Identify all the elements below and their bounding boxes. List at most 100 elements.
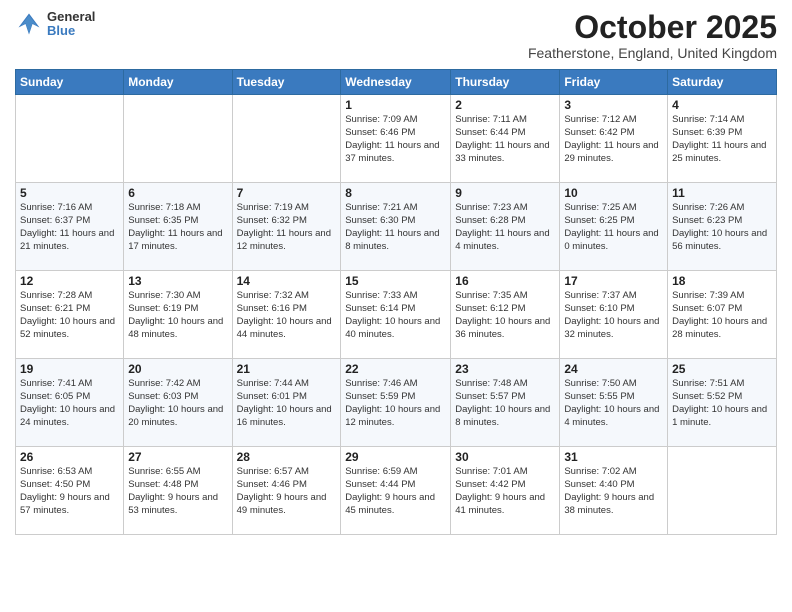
day-number: 20	[128, 362, 227, 376]
day-number: 27	[128, 450, 227, 464]
day-info: Sunrise: 7:30 AM Sunset: 6:19 PM Dayligh…	[128, 290, 227, 341]
calendar-cell: 26 Sunrise: 6:53 AM Sunset: 4:50 PM Dayli…	[16, 447, 124, 535]
calendar-cell: 22 Sunrise: 7:46 AM Sunset: 5:59 PM Dayli…	[341, 359, 451, 447]
day-number: 31	[564, 450, 663, 464]
calendar-header-thursday: Thursday	[451, 70, 560, 95]
calendar-week-2: 5Sunrise: 7:16 AM Sunset: 6:37 PM Daylig…	[16, 183, 777, 271]
day-info: Sunrise: 7:39 AM Sunset: 6:07 PM Dayligh…	[672, 290, 772, 341]
calendar-week-5: 26 Sunrise: 6:53 AM Sunset: 4:50 PM Dayli…	[16, 447, 777, 535]
day-info: Sunrise: 7:37 AM Sunset: 6:10 PM Dayligh…	[564, 290, 663, 341]
calendar-cell: 13Sunrise: 7:30 AM Sunset: 6:19 PM Dayli…	[124, 271, 232, 359]
calendar-cell: 4Sunrise: 7:14 AM Sunset: 6:39 PM Daylig…	[668, 95, 777, 183]
day-number: 22	[345, 362, 446, 376]
logo-blue-text: Blue	[47, 24, 95, 38]
header: General Blue October 2025 Featherstone, …	[15, 10, 777, 61]
calendar-table: SundayMondayTuesdayWednesdayThursdayFrid…	[15, 69, 777, 535]
day-info: Sunrise: 7:12 AM Sunset: 6:42 PM Dayligh…	[564, 114, 663, 165]
day-number: 15	[345, 274, 446, 288]
day-info: Sunrise: 7:26 AM Sunset: 6:23 PM Dayligh…	[672, 202, 772, 253]
calendar-header-friday: Friday	[560, 70, 668, 95]
day-number: 8	[345, 186, 446, 200]
calendar-cell: 12 Sunrise: 7:28 AM Sunset: 6:21 PM Dayli…	[16, 271, 124, 359]
logo-icon	[15, 10, 43, 38]
calendar-cell: 21 Sunrise: 7:44 AM Sunset: 6:01 PM Dayli…	[232, 359, 341, 447]
day-number: 29	[345, 450, 446, 464]
day-info: Sunrise: 7:32 AM Sunset: 6:16 PM Dayligh…	[237, 290, 337, 341]
day-number: 11	[672, 186, 772, 200]
day-info: Sunrise: 7:35 AM Sunset: 6:12 PM Dayligh…	[455, 290, 555, 341]
day-number: 9	[455, 186, 555, 200]
calendar-cell: 23 Sunrise: 7:48 AM Sunset: 5:57 PM Dayli…	[451, 359, 560, 447]
day-number: 18	[672, 274, 772, 288]
day-info: Sunrise: 7:01 AM Sunset: 4:42 PM Dayligh…	[455, 466, 555, 517]
day-info: Sunrise: 7:25 AM Sunset: 6:25 PM Dayligh…	[564, 202, 663, 253]
day-number: 14	[237, 274, 337, 288]
calendar-cell: 10 Sunrise: 7:25 AM Sunset: 6:25 PM Dayli…	[560, 183, 668, 271]
calendar-header-row: SundayMondayTuesdayWednesdayThursdayFrid…	[16, 70, 777, 95]
calendar-week-4: 19Sunrise: 7:41 AM Sunset: 6:05 PM Dayli…	[16, 359, 777, 447]
day-info: Sunrise: 6:53 AM Sunset: 4:50 PM Dayligh…	[20, 466, 119, 517]
logo: General Blue	[15, 10, 95, 39]
calendar-cell: 16Sunrise: 7:35 AM Sunset: 6:12 PM Dayli…	[451, 271, 560, 359]
calendar-cell: 5Sunrise: 7:16 AM Sunset: 6:37 PM Daylig…	[16, 183, 124, 271]
calendar-header-monday: Monday	[124, 70, 232, 95]
day-info: Sunrise: 7:28 AM Sunset: 6:21 PM Dayligh…	[20, 290, 119, 341]
day-number: 7	[237, 186, 337, 200]
day-info: Sunrise: 7:16 AM Sunset: 6:37 PM Dayligh…	[20, 202, 119, 253]
day-info: Sunrise: 7:44 AM Sunset: 6:01 PM Dayligh…	[237, 378, 337, 429]
calendar-page: General Blue October 2025 Featherstone, …	[0, 0, 792, 612]
day-info: Sunrise: 6:57 AM Sunset: 4:46 PM Dayligh…	[237, 466, 337, 517]
calendar-cell	[16, 95, 124, 183]
calendar-cell: 17 Sunrise: 7:37 AM Sunset: 6:10 PM Dayli…	[560, 271, 668, 359]
calendar-header-sunday: Sunday	[16, 70, 124, 95]
day-number: 19	[20, 362, 119, 376]
day-info: Sunrise: 7:14 AM Sunset: 6:39 PM Dayligh…	[672, 114, 772, 165]
calendar-cell: 1Sunrise: 7:09 AM Sunset: 6:46 PM Daylig…	[341, 95, 451, 183]
calendar-cell: 8 Sunrise: 7:21 AM Sunset: 6:30 PM Daylig…	[341, 183, 451, 271]
calendar-header-wednesday: Wednesday	[341, 70, 451, 95]
calendar-cell: 14 Sunrise: 7:32 AM Sunset: 6:16 PM Dayli…	[232, 271, 341, 359]
day-info: Sunrise: 7:21 AM Sunset: 6:30 PM Dayligh…	[345, 202, 446, 253]
calendar-cell: 15Sunrise: 7:33 AM Sunset: 6:14 PM Dayli…	[341, 271, 451, 359]
day-number: 12	[20, 274, 119, 288]
calendar-cell: 6 Sunrise: 7:18 AM Sunset: 6:35 PM Daylig…	[124, 183, 232, 271]
day-number: 25	[672, 362, 772, 376]
calendar-cell	[232, 95, 341, 183]
day-info: Sunrise: 7:48 AM Sunset: 5:57 PM Dayligh…	[455, 378, 555, 429]
calendar-cell: 30 Sunrise: 7:01 AM Sunset: 4:42 PM Dayli…	[451, 447, 560, 535]
day-info: Sunrise: 7:50 AM Sunset: 5:55 PM Dayligh…	[564, 378, 663, 429]
location: Featherstone, England, United Kingdom	[528, 45, 777, 61]
day-number: 21	[237, 362, 337, 376]
calendar-cell: 3Sunrise: 7:12 AM Sunset: 6:42 PM Daylig…	[560, 95, 668, 183]
day-number: 24	[564, 362, 663, 376]
title-section: October 2025 Featherstone, England, Unit…	[528, 10, 777, 61]
day-number: 2	[455, 98, 555, 112]
calendar-cell: 29Sunrise: 6:59 AM Sunset: 4:44 PM Dayli…	[341, 447, 451, 535]
calendar-cell: 25Sunrise: 7:51 AM Sunset: 5:52 PM Dayli…	[668, 359, 777, 447]
month-title: October 2025	[528, 10, 777, 45]
day-info: Sunrise: 7:19 AM Sunset: 6:32 PM Dayligh…	[237, 202, 337, 253]
day-number: 6	[128, 186, 227, 200]
day-number: 10	[564, 186, 663, 200]
day-info: Sunrise: 7:42 AM Sunset: 6:03 PM Dayligh…	[128, 378, 227, 429]
day-number: 17	[564, 274, 663, 288]
day-info: Sunrise: 7:46 AM Sunset: 5:59 PM Dayligh…	[345, 378, 446, 429]
calendar-header-tuesday: Tuesday	[232, 70, 341, 95]
calendar-cell: 31 Sunrise: 7:02 AM Sunset: 4:40 PM Dayli…	[560, 447, 668, 535]
calendar-cell	[668, 447, 777, 535]
calendar-header-saturday: Saturday	[668, 70, 777, 95]
logo-text: General Blue	[47, 10, 95, 39]
day-info: Sunrise: 7:09 AM Sunset: 6:46 PM Dayligh…	[345, 114, 446, 165]
day-info: Sunrise: 7:02 AM Sunset: 4:40 PM Dayligh…	[564, 466, 663, 517]
calendar-cell: 20 Sunrise: 7:42 AM Sunset: 6:03 PM Dayli…	[124, 359, 232, 447]
calendar-cell: 2Sunrise: 7:11 AM Sunset: 6:44 PM Daylig…	[451, 95, 560, 183]
day-number: 23	[455, 362, 555, 376]
day-info: Sunrise: 7:18 AM Sunset: 6:35 PM Dayligh…	[128, 202, 227, 253]
calendar-cell: 19Sunrise: 7:41 AM Sunset: 6:05 PM Dayli…	[16, 359, 124, 447]
day-info: Sunrise: 6:55 AM Sunset: 4:48 PM Dayligh…	[128, 466, 227, 517]
day-number: 30	[455, 450, 555, 464]
day-number: 26	[20, 450, 119, 464]
calendar-cell: 24 Sunrise: 7:50 AM Sunset: 5:55 PM Dayli…	[560, 359, 668, 447]
calendar-cell: 27 Sunrise: 6:55 AM Sunset: 4:48 PM Dayli…	[124, 447, 232, 535]
calendar-cell	[124, 95, 232, 183]
